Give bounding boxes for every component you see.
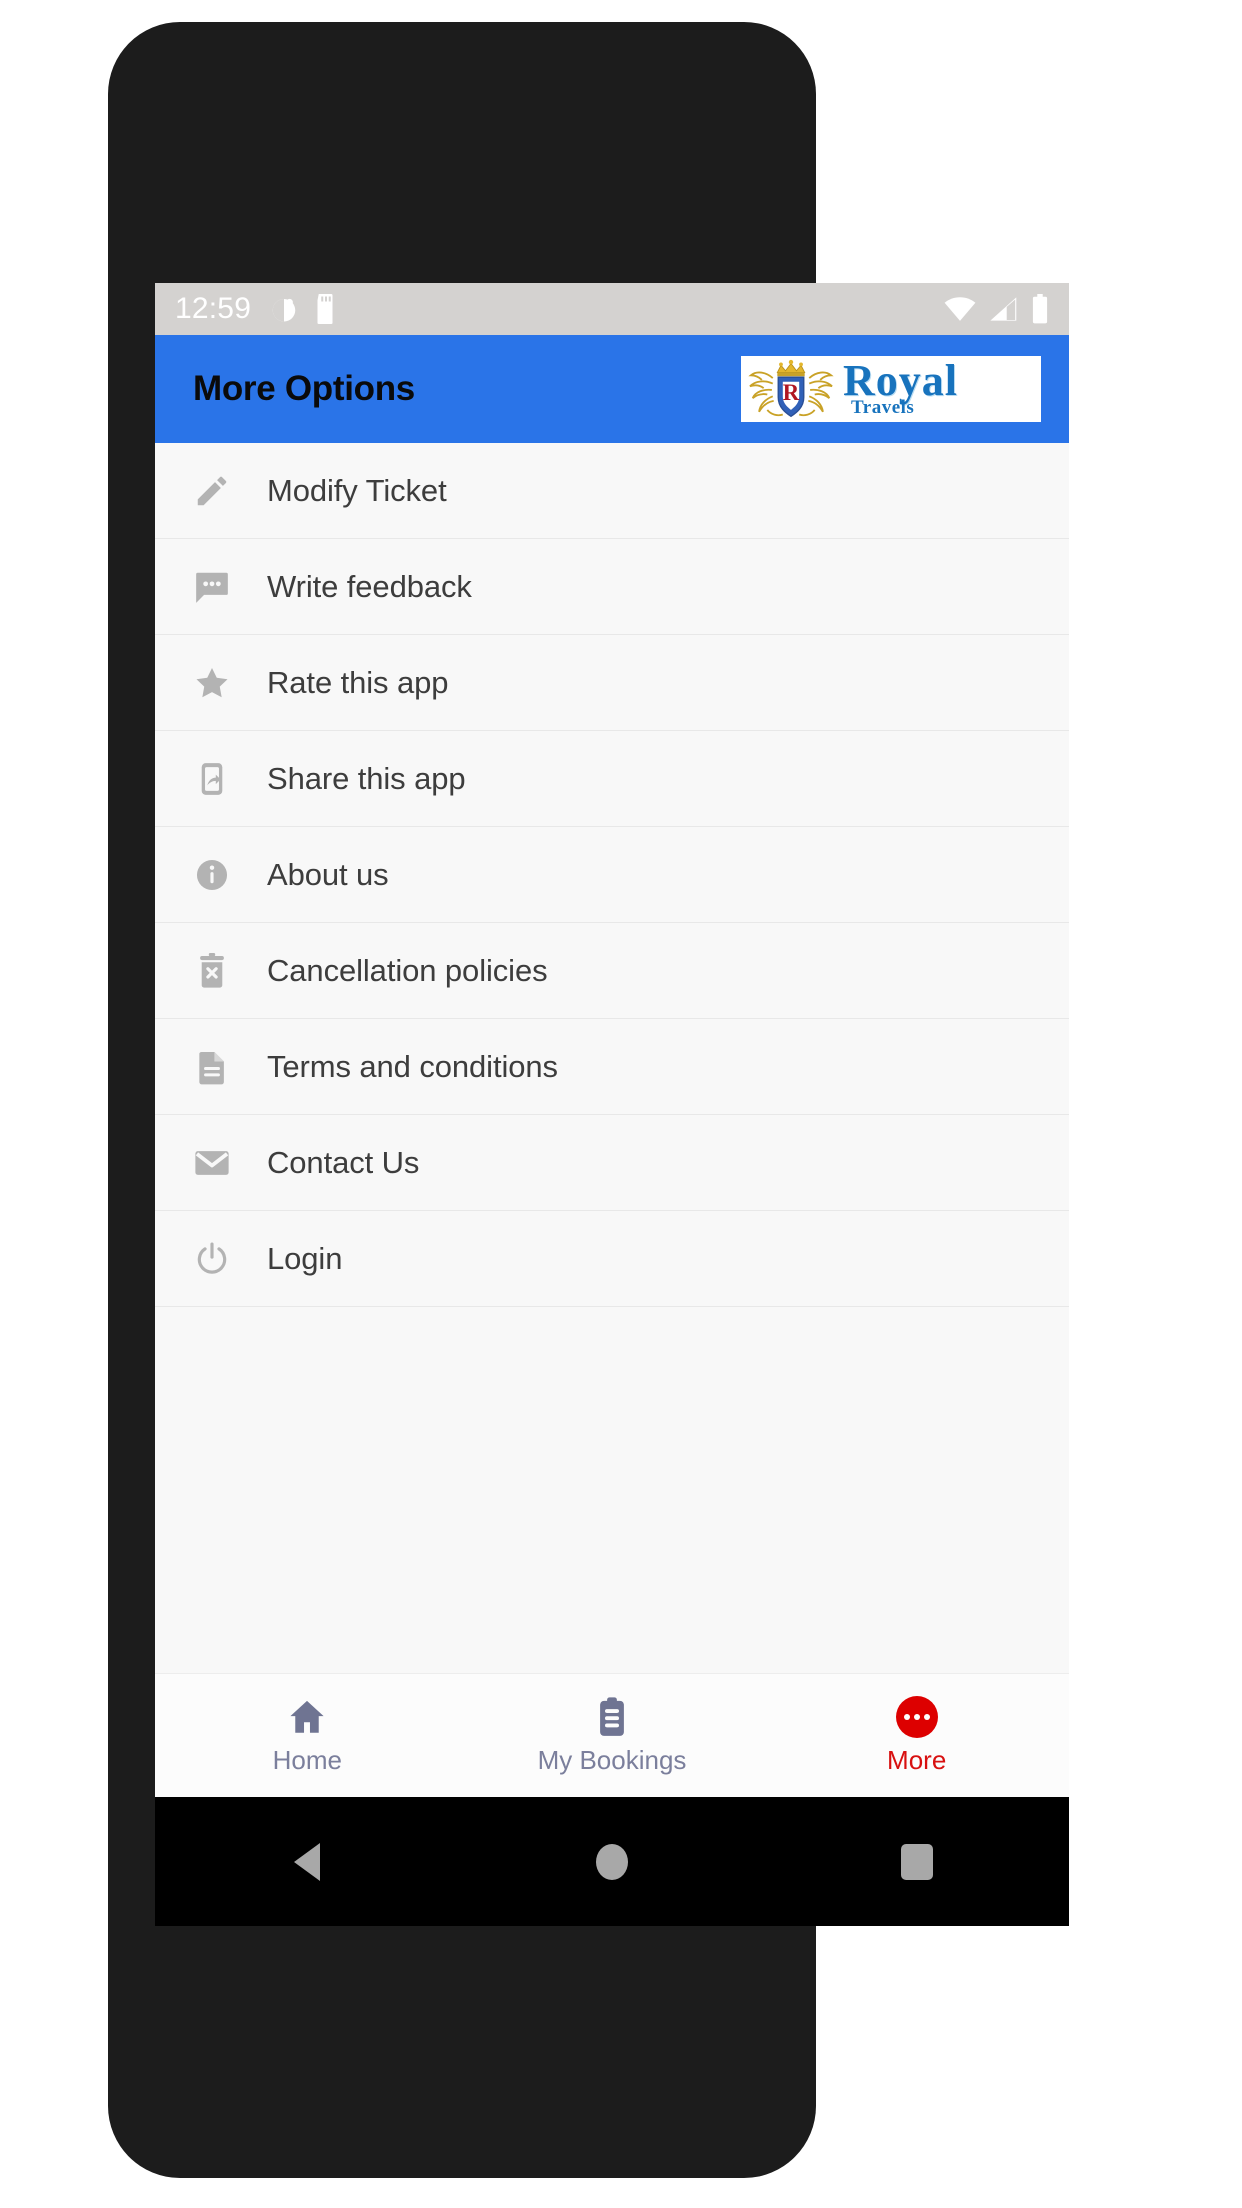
wifi-icon <box>944 297 976 321</box>
menu-item-rate-this-app[interactable]: Rate this app <box>155 635 1069 731</box>
sd-card-icon <box>317 294 333 324</box>
menu-item-cancellation-policies[interactable]: Cancellation policies <box>155 923 1069 1019</box>
document-icon <box>191 1046 233 1088</box>
menu-item-share-this-app[interactable]: Share this app <box>155 731 1069 827</box>
royal-crest-icon: R <box>748 359 834 418</box>
star-icon <box>191 662 233 704</box>
page-title: More Options <box>193 369 415 408</box>
back-icon <box>294 1843 321 1881</box>
cellular-signal-icon <box>990 297 1017 321</box>
status-bar: 12:59 <box>155 283 1069 335</box>
logo-subtitle-text: Travels <box>851 397 915 418</box>
android-back-button[interactable] <box>155 1843 460 1881</box>
royal-travels-logo: R Royal Travels <box>741 356 1041 422</box>
envelope-icon <box>191 1142 233 1184</box>
bottom-nav-label: Home <box>272 1745 343 1775</box>
menu-item-label: Share this app <box>267 760 466 796</box>
menu-item-label: Terms and conditions <box>267 1048 558 1084</box>
status-bar-right-icons <box>943 294 1053 324</box>
svg-text:R: R <box>783 380 800 405</box>
menu-item-label: Write feedback <box>267 568 472 604</box>
clipboard-icon <box>591 1695 633 1739</box>
pencil-icon <box>191 470 233 512</box>
menu-item-terms-and-conditions[interactable]: Terms and conditions <box>155 1019 1069 1115</box>
battery-icon <box>1032 294 1048 324</box>
bottom-nav-item-more[interactable]: More <box>764 1695 1069 1776</box>
menu-item-contact-us[interactable]: Contact Us <box>155 1115 1069 1211</box>
power-icon <box>191 1238 233 1280</box>
menu-item-write-feedback[interactable]: Write feedback <box>155 539 1069 635</box>
menu-item-label: Rate this app <box>267 664 449 700</box>
royal-travels-wordmark: Royal Travels <box>837 358 1041 420</box>
home-icon <box>286 1695 328 1739</box>
android-home-button[interactable] <box>460 1844 765 1880</box>
app-bar: More Options R Royal Travels <box>155 335 1069 443</box>
menu-item-label: Login <box>267 1240 343 1276</box>
info-circle-icon <box>191 854 233 896</box>
menu-item-label: Contact Us <box>267 1144 420 1180</box>
screenshot-root: 12:59 More Options R Royal Travels Modif… <box>0 0 1242 2208</box>
more-dots-icon <box>895 1695 938 1739</box>
android-system-navigation <box>155 1797 1069 1926</box>
menu-item-label: Cancellation policies <box>267 952 548 988</box>
trash-x-icon <box>191 950 233 992</box>
share-phone-icon <box>191 758 233 800</box>
home-icon <box>596 1844 628 1880</box>
menu-item-login[interactable]: Login <box>155 1211 1069 1307</box>
menu-item-label: About us <box>267 856 389 892</box>
phone-screen: 12:59 More Options R Royal Travels Modif… <box>155 283 1069 1926</box>
bottom-navigation-bar: Home My Bookings More <box>155 1673 1069 1797</box>
alarm-icon <box>272 298 296 322</box>
bottom-nav-item-my-bookings[interactable]: My Bookings <box>460 1695 765 1776</box>
more-options-list: Modify Ticket Write feedback Rate this a… <box>155 443 1069 1673</box>
bottom-nav-label: More <box>887 1745 947 1775</box>
status-bar-clock: 12:59 <box>175 292 252 325</box>
bottom-nav-item-home[interactable]: Home <box>155 1695 460 1776</box>
chat-bubble-icon <box>191 566 233 608</box>
bottom-nav-label: My Bookings <box>537 1745 687 1775</box>
recents-icon <box>900 1844 933 1880</box>
status-bar-left-icons <box>269 294 337 324</box>
menu-item-modify-ticket[interactable]: Modify Ticket <box>155 443 1069 539</box>
android-recents-button[interactable] <box>764 1844 1069 1880</box>
menu-item-label: Modify Ticket <box>267 472 447 508</box>
menu-item-about-us[interactable]: About us <box>155 827 1069 923</box>
